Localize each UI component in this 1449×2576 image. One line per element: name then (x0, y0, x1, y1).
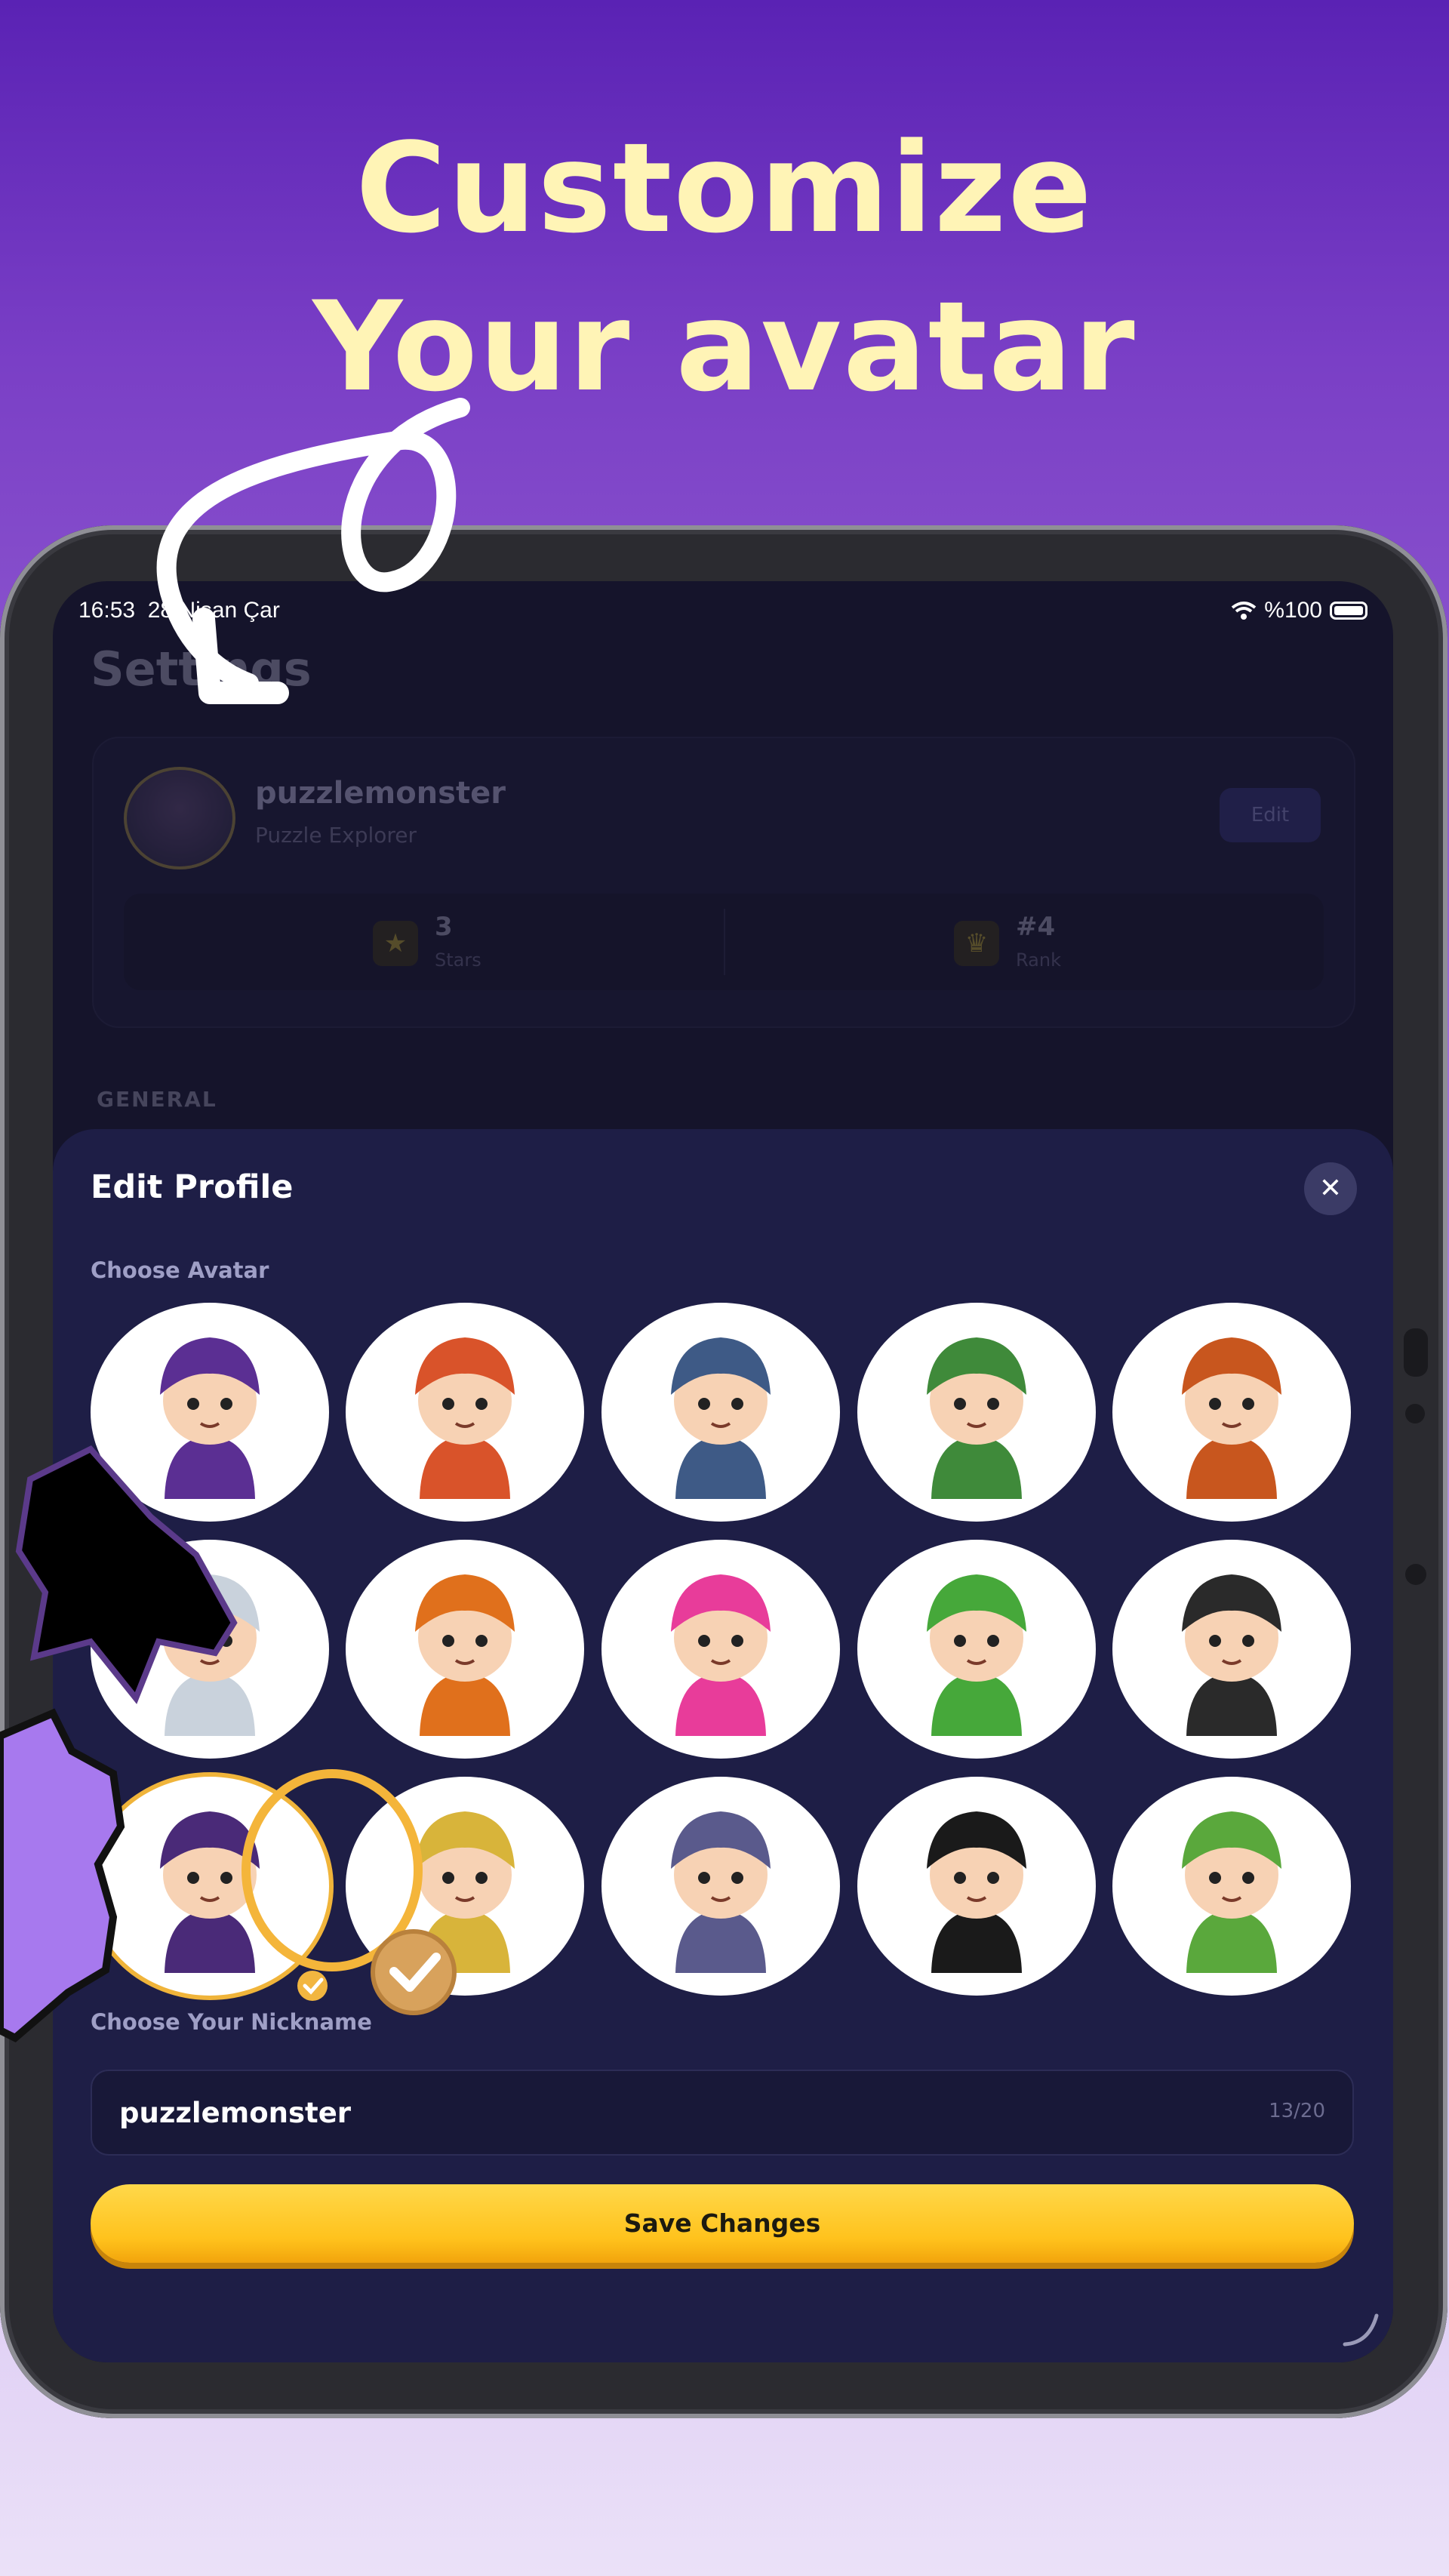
puzzle-piece-purple-icon (0, 1708, 125, 2042)
selected-checkmark-icon (371, 1929, 457, 2015)
puzzle-piece-black-icon (15, 1445, 238, 1704)
small-check-badge-icon (297, 1971, 328, 2001)
decor-overlay (0, 398, 470, 2042)
swirl-arrow-icon (156, 398, 470, 704)
